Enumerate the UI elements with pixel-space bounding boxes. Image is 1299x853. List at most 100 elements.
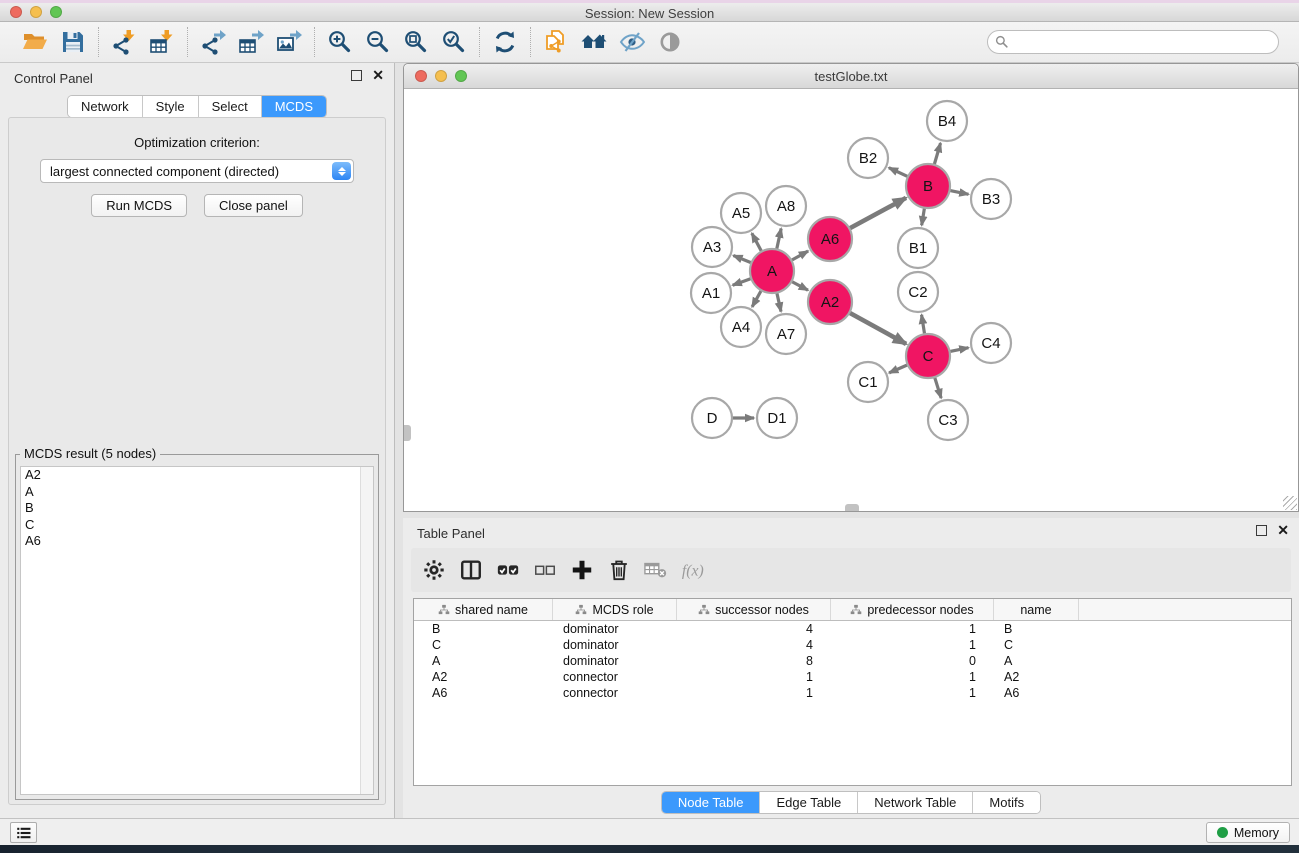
column-header-shared-name[interactable]: shared name	[414, 599, 553, 620]
zoom-out-button[interactable]	[363, 27, 393, 57]
edge-A-A8[interactable]	[777, 228, 782, 249]
edge-C-C4[interactable]	[950, 348, 969, 352]
horizontal-scroll-thumb[interactable]	[845, 504, 859, 511]
export-network-button[interactable]	[198, 27, 228, 57]
edge-A-A1[interactable]	[733, 278, 752, 285]
run-mcds-button[interactable]: Run MCDS	[91, 194, 187, 217]
zoom-in-button[interactable]	[325, 27, 355, 57]
first-neighbors-button[interactable]	[579, 27, 609, 57]
save-session-button[interactable]	[58, 27, 88, 57]
edge-A-A2[interactable]	[791, 281, 808, 290]
node-A1[interactable]: A1	[691, 273, 731, 313]
columns-button[interactable]	[458, 557, 484, 583]
network-window-titlebar[interactable]: testGlobe.txt	[404, 64, 1298, 89]
add-button[interactable]	[569, 557, 595, 583]
close-panel-icon[interactable]: ✕	[372, 70, 384, 81]
column-header-successor-nodes[interactable]: successor nodes	[677, 599, 831, 620]
node-B2[interactable]: B2	[848, 138, 888, 178]
table-row-C[interactable]: Cdominator41C	[414, 637, 1291, 653]
node-C1[interactable]: C1	[848, 362, 888, 402]
tab-network-table[interactable]: Network Table	[858, 792, 973, 813]
memory-button[interactable]: Memory	[1206, 822, 1290, 843]
node-B1[interactable]: B1	[898, 228, 938, 268]
export-image-button[interactable]	[274, 27, 304, 57]
gear-button[interactable]	[421, 557, 447, 583]
node-B[interactable]: B	[906, 164, 950, 208]
vertical-scroll-thumb[interactable]	[404, 425, 411, 441]
zoom-fit-button[interactable]	[401, 27, 431, 57]
tab-select[interactable]: Select	[199, 96, 262, 117]
node-B3[interactable]: B3	[971, 179, 1011, 219]
edge-B-B1[interactable]	[922, 208, 925, 226]
node-A[interactable]: A	[750, 249, 794, 293]
table-row-A2[interactable]: A2connector11A2	[414, 669, 1291, 685]
column-header-MCDS-role[interactable]: MCDS role	[553, 599, 677, 620]
column-header-predecessor-nodes[interactable]: predecessor nodes	[831, 599, 994, 620]
result-item[interactable]: A6	[21, 533, 373, 550]
network-canvas[interactable]: B4B2BB3A5A8A6A3B1AC2A1A2A4A7C4CC1C3DD1	[404, 89, 1298, 511]
node-B4[interactable]: B4	[927, 101, 967, 141]
node-A2[interactable]: A2	[808, 280, 852, 324]
delete-table-button[interactable]	[643, 557, 669, 583]
node-C4[interactable]: C4	[971, 323, 1011, 363]
node-D[interactable]: D	[692, 398, 732, 438]
edge-C-C1[interactable]	[889, 365, 908, 373]
table-row-B[interactable]: Bdominator41B	[414, 621, 1291, 637]
node-C2[interactable]: C2	[898, 272, 938, 312]
tab-network[interactable]: Network	[68, 96, 143, 117]
close-panel-button[interactable]: Close panel	[204, 194, 303, 217]
result-item[interactable]: A	[21, 484, 373, 501]
network-from-selection-button[interactable]	[541, 27, 571, 57]
node-A3[interactable]: A3	[692, 227, 732, 267]
node-A6[interactable]: A6	[808, 217, 852, 261]
node-A8[interactable]: A8	[766, 186, 806, 226]
zoom-selected-button[interactable]	[439, 27, 469, 57]
import-network-button[interactable]	[109, 27, 139, 57]
close-table-panel-icon[interactable]: ✕	[1277, 525, 1289, 536]
node-A5[interactable]: A5	[721, 193, 761, 233]
edge-A-A3[interactable]	[733, 256, 751, 263]
fx-button[interactable]: f(x)	[680, 557, 706, 583]
edge-A-A6[interactable]	[791, 251, 808, 260]
edge-A2-C[interactable]	[849, 313, 906, 344]
edge-C-C2[interactable]	[922, 315, 925, 335]
node-A7[interactable]: A7	[766, 314, 806, 354]
select-all-button[interactable]	[495, 557, 521, 583]
result-item[interactable]: B	[21, 500, 373, 517]
edge-B-B4[interactable]	[934, 143, 940, 165]
optimization-select[interactable]: largest connected component (directed)	[40, 159, 354, 183]
export-table-button[interactable]	[236, 27, 266, 57]
node-C[interactable]: C	[906, 334, 950, 378]
float-panel-icon[interactable]	[351, 70, 362, 81]
show-all-button[interactable]	[655, 27, 685, 57]
result-item[interactable]: A2	[21, 467, 373, 484]
open-session-button[interactable]	[20, 27, 50, 57]
edge-A-A4[interactable]	[752, 290, 761, 307]
result-scrollbar[interactable]	[360, 467, 373, 794]
edge-C-C3[interactable]	[935, 377, 942, 398]
table-row-A[interactable]: Adominator80A	[414, 653, 1291, 669]
edge-B-B3[interactable]	[950, 190, 969, 194]
edge-A-A7[interactable]	[777, 292, 781, 311]
hide-selected-button[interactable]	[617, 27, 647, 57]
resize-grip[interactable]	[1283, 496, 1297, 510]
tab-node-table[interactable]: Node Table	[662, 792, 761, 813]
node-C3[interactable]: C3	[928, 400, 968, 440]
tab-mcds[interactable]: MCDS	[262, 96, 326, 117]
tab-style[interactable]: Style	[143, 96, 199, 117]
tab-motifs[interactable]: Motifs	[973, 792, 1040, 813]
table-row-A6[interactable]: A6connector11A6	[414, 685, 1291, 701]
edge-A-A5[interactable]	[752, 233, 762, 251]
search-input[interactable]	[987, 30, 1279, 54]
edge-B-B2[interactable]	[889, 168, 908, 177]
mcds-result-list[interactable]: A2ABCA6	[20, 466, 374, 795]
result-item[interactable]: C	[21, 517, 373, 534]
tab-edge-table[interactable]: Edge Table	[760, 792, 858, 813]
float-table-panel-icon[interactable]	[1256, 525, 1267, 536]
column-header-name[interactable]: name	[994, 599, 1079, 620]
deselect-all-button[interactable]	[532, 557, 558, 583]
edge-A6-B[interactable]	[849, 198, 906, 229]
task-history-button[interactable]	[10, 822, 37, 843]
refresh-button[interactable]	[490, 27, 520, 57]
import-table-button[interactable]	[147, 27, 177, 57]
